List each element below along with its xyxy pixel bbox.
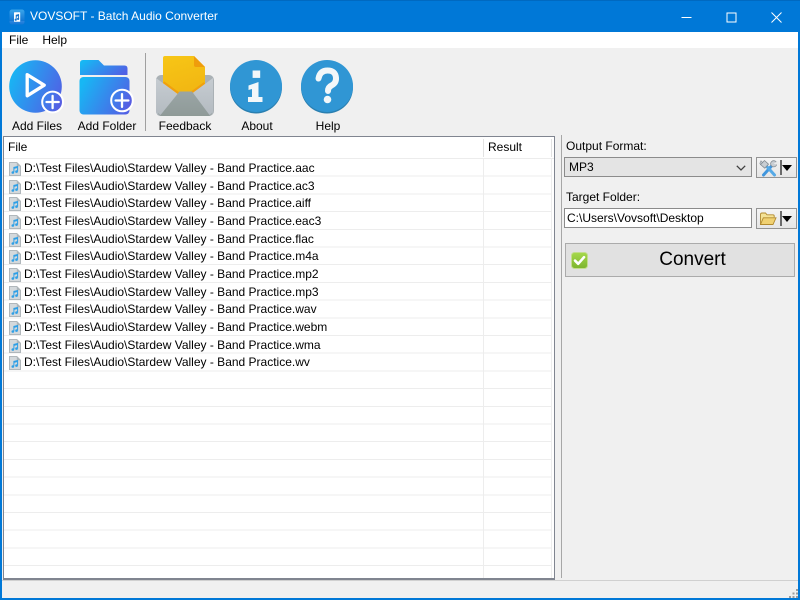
column-header-result[interactable]: Result [488,137,522,158]
close-icon [771,12,782,23]
target-folder-input[interactable] [564,208,752,228]
client-area: File Help [2,32,798,598]
open-folder-icon [759,212,777,226]
settings-tools-icon [759,159,779,178]
add-files-button[interactable]: Add Files [2,52,72,134]
feedback-button[interactable]: Feedback [150,52,220,134]
browse-dropdown-arrow-icon [782,216,792,222]
add-files-label: Add Files [2,119,72,133]
music-file-icon [9,162,21,176]
music-file-icon [9,339,21,353]
maximize-icon [726,12,737,23]
file-row[interactable]: D:\Test Files\Audio\Stardew Valley - Ban… [4,230,552,248]
feedback-icon [155,55,215,117]
file-row[interactable]: D:\Test Files\Audio\Stardew Valley - Ban… [4,301,552,319]
file-path: D:\Test Files\Audio\Stardew Valley - Ban… [24,196,311,210]
help-label: Help [293,119,363,133]
music-file-icon [9,197,21,211]
combo-chevron-icon [736,165,746,171]
window-title: VOVSOFT - Batch Audio Converter [30,1,218,32]
file-row[interactable]: D:\Test Files\Audio\Stardew Valley - Ban… [4,354,552,372]
feedback-label: Feedback [150,119,220,133]
about-icon [229,59,285,115]
minimize-icon [681,12,692,23]
column-header-file[interactable]: File [8,137,27,158]
options-panel: Output Format: MP3 Target Folder: [561,135,798,578]
file-list[interactable]: File Result D:\Test Files\Audio\Stardew … [3,136,555,580]
file-path: D:\Test Files\Audio\Stardew Valley - Ban… [24,320,327,334]
column-divider[interactable] [483,139,484,157]
browse-folder-button[interactable] [756,208,797,229]
menubar: File Help [2,32,798,48]
statusbar [2,580,798,598]
file-path: D:\Test Files\Audio\Stardew Valley - Ban… [24,267,319,281]
menu-help[interactable]: Help [35,32,74,48]
app-icon [9,9,25,25]
file-path: D:\Test Files\Audio\Stardew Valley - Ban… [24,179,315,193]
output-format-value: MP3 [569,158,594,176]
file-path: D:\Test Files\Audio\Stardew Valley - Ban… [24,285,319,299]
file-row[interactable]: D:\Test Files\Audio\Stardew Valley - Ban… [4,283,552,301]
menu-file[interactable]: File [2,32,35,48]
list-body: D:\Test Files\Audio\Stardew Valley - Ban… [4,159,552,578]
file-path: D:\Test Files\Audio\Stardew Valley - Ban… [24,302,317,316]
convert-check-icon [571,252,588,269]
about-button[interactable]: About [222,52,292,134]
file-row[interactable]: D:\Test Files\Audio\Stardew Valley - Ban… [4,318,552,336]
music-file-icon [9,356,21,370]
help-button[interactable]: Help [293,52,363,134]
target-folder-label: Target Folder: [566,190,640,204]
about-label: About [222,119,292,133]
file-path: D:\Test Files\Audio\Stardew Valley - Ban… [24,214,321,228]
music-file-icon [9,268,21,282]
music-file-icon [9,180,21,194]
output-format-label: Output Format: [566,139,647,153]
toolbar: Add Files Add Folder [2,48,798,136]
add-files-icon [9,59,65,115]
file-row[interactable]: D:\Test Files\Audio\Stardew Valley - Ban… [4,336,552,354]
file-path: D:\Test Files\Audio\Stardew Valley - Ban… [24,232,314,246]
toolbar-separator [145,53,146,131]
add-folder-label: Add Folder [72,119,142,133]
file-row[interactable]: D:\Test Files\Audio\Stardew Valley - Ban… [4,265,552,283]
help-icon [300,59,356,115]
close-button[interactable] [754,2,798,33]
file-path: D:\Test Files\Audio\Stardew Valley - Ban… [24,161,315,175]
convert-button[interactable]: Convert [565,243,795,277]
convert-button-label: Convert [591,249,794,271]
maximize-button[interactable] [709,2,754,33]
music-file-icon [9,321,21,335]
output-format-select[interactable]: MP3 [564,157,752,177]
file-path: D:\Test Files\Audio\Stardew Valley - Ban… [24,249,319,263]
file-row[interactable]: D:\Test Files\Audio\Stardew Valley - Ban… [4,177,552,195]
add-folder-button[interactable]: Add Folder [72,52,142,134]
file-path: D:\Test Files\Audio\Stardew Valley - Ban… [24,338,321,352]
list-header: File Result [4,137,554,159]
music-file-icon [9,286,21,300]
file-row[interactable]: D:\Test Files\Audio\Stardew Valley - Ban… [4,247,552,265]
music-file-icon [9,250,21,264]
music-file-icon [9,233,21,247]
music-file-icon [9,215,21,229]
titlebar: VOVSOFT - Batch Audio Converter [0,0,800,32]
file-path: D:\Test Files\Audio\Stardew Valley - Ban… [24,355,310,369]
app-window: VOVSOFT - Batch Audio Converter File Hel… [0,0,800,600]
music-file-icon [9,303,21,317]
settings-dropdown-arrow-icon [782,165,792,171]
file-row[interactable]: D:\Test Files\Audio\Stardew Valley - Ban… [4,194,552,212]
file-row[interactable]: D:\Test Files\Audio\Stardew Valley - Ban… [4,159,552,177]
format-settings-button[interactable] [756,157,797,178]
file-row[interactable]: D:\Test Files\Audio\Stardew Valley - Ban… [4,212,552,230]
resize-grip[interactable] [787,588,798,599]
column-divider-2[interactable] [551,139,552,157]
minimize-button[interactable] [664,2,709,33]
add-folder-icon [79,59,135,115]
